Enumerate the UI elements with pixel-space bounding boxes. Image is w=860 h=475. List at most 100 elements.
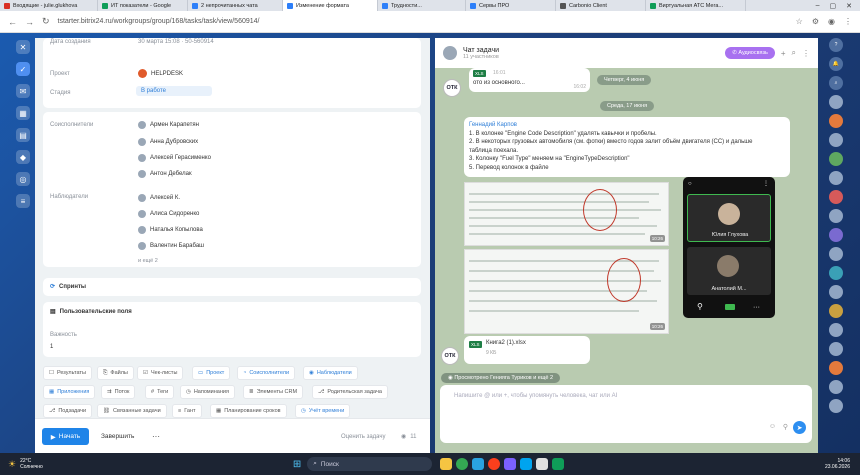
tasks-icon[interactable]: ✓ [16, 62, 30, 76]
participant-tile[interactable]: Анатолий М... [687, 247, 771, 295]
browser-tab[interactable]: Виртуальная АТС Мега... [646, 0, 746, 11]
reload-icon[interactable]: ↻ [42, 16, 50, 27]
spreadsheet-image[interactable]: 10:26 [464, 249, 669, 334]
observer[interactable]: Алексей К. [138, 194, 180, 202]
browser-tab[interactable]: Сервы ПРО [466, 0, 556, 11]
coexecutor[interactable]: Анна Дубровских [138, 138, 198, 146]
chat-avatar[interactable] [829, 209, 843, 223]
browser-tab-active[interactable]: Изменение формата [283, 0, 378, 11]
observer[interactable]: Наталья Копылова [138, 226, 203, 234]
observer[interactable]: Валентин Барабаш [138, 242, 204, 250]
observer[interactable]: Алиса Сидоренко [138, 210, 199, 218]
chip-apps[interactable]: ▦ Приложения [43, 385, 96, 399]
message-author[interactable]: Геннадий Карпов [469, 121, 785, 130]
chip-related[interactable]: ⛓ Связанные задачи [97, 404, 167, 418]
spreadsheet-image[interactable]: 10:26 [464, 182, 669, 246]
weather-widget[interactable]: 22°C Солнечно [20, 458, 43, 470]
more-button[interactable]: ··· [152, 432, 160, 441]
extensions-icon[interactable]: ⚙ [812, 17, 819, 26]
emoji-icon[interactable]: ☺ [769, 423, 776, 430]
chip-crm[interactable]: ≣ Элементы CRM [243, 385, 304, 399]
send-button[interactable]: ➤ [793, 421, 806, 434]
rate-task-button[interactable]: Оценить задачу [341, 434, 386, 440]
participant-tile[interactable]: Юлия Глухова [687, 194, 771, 242]
message-input[interactable]: Напишите @ или +, чтобы упомянуть челове… [454, 393, 617, 399]
chip-flow[interactable]: ⇉ Поток [101, 385, 136, 399]
windows-start-icon[interactable]: ⊞ [293, 459, 301, 470]
chip-parent[interactable]: ⎇ Родительская задача [312, 385, 388, 399]
chat-avatar[interactable] [829, 152, 843, 166]
finish-button[interactable]: Завершить [101, 433, 134, 440]
chat-avatar[interactable] [829, 247, 843, 261]
file-message[interactable]: XLS Книга2 (1).xlsx 9 КБ [464, 336, 590, 364]
chip-project[interactable]: ▭ Проект [192, 366, 231, 380]
maximize-icon[interactable]: ▢ [830, 2, 837, 10]
minimize-icon[interactable]: – [816, 2, 820, 10]
chat-avatar[interactable] [829, 228, 843, 242]
menu-icon[interactable]: ⋮ [802, 49, 810, 58]
more-icon[interactable]: ≡ [16, 194, 30, 208]
video-call-window[interactable]: ○ ⋮ Юлия Глухова Анатолий М... ⚲ ··· [683, 177, 775, 318]
video-menu-icon[interactable]: ⋮ [763, 180, 769, 187]
more-options-icon[interactable]: ··· [753, 304, 760, 311]
chip-checklists[interactable]: ☑ Чек-листы [137, 366, 184, 380]
chip-planning[interactable]: ▦ Планирование сроков [210, 404, 287, 418]
help-icon[interactable]: ? [829, 38, 843, 52]
menu-icon[interactable]: ⋮ [844, 17, 852, 26]
chat-icon[interactable]: ✉ [16, 84, 30, 98]
app-icon[interactable] [504, 458, 517, 470]
browser-tab[interactable]: Входящие - julie.glukhova [0, 0, 98, 11]
stage-badge[interactable]: В работе [136, 86, 212, 96]
sender-avatar[interactable]: ОТК [443, 79, 461, 97]
more-link[interactable]: и ещё 2 [138, 258, 158, 264]
chat-avatar[interactable] [829, 342, 843, 356]
message-input-area[interactable]: Напишите @ или +, чтобы упомянуть челове… [440, 385, 812, 443]
notifications-icon[interactable]: 🔔 [829, 57, 843, 71]
chip-gantt[interactable]: ≡ Гант [172, 404, 202, 418]
sender-avatar[interactable]: ОТК [441, 347, 459, 365]
close-panel-icon[interactable]: ✕ [16, 40, 30, 54]
chip-results[interactable]: ☐ Результаты [43, 366, 92, 380]
coexecutor[interactable]: Алексей Герасименко [138, 154, 211, 162]
browser-tab[interactable]: Трудности... [378, 0, 466, 11]
drive-icon[interactable]: ▤ [16, 128, 30, 142]
chat-avatar[interactable] [829, 399, 843, 413]
chip-subtasks[interactable]: ⎇ Подзадачи [43, 404, 93, 418]
star-icon[interactable]: ☆ [796, 17, 803, 26]
chat-participants[interactable]: 11 участников [463, 54, 499, 60]
profile-icon[interactable]: ◉ [828, 17, 835, 26]
chip-observers[interactable]: ◉ Наблюдатели [303, 366, 358, 380]
search-icon[interactable]: ⌕ [829, 76, 843, 90]
mic-button-icon[interactable]: ⚲ [697, 302, 703, 311]
chat-avatar[interactable] [829, 266, 843, 280]
chrome-icon[interactable] [456, 458, 469, 470]
url-field[interactable]: tstarter.bitrix24.ru/workgroups/group/16… [58, 18, 260, 25]
chip-files[interactable]: ⎘ Файлы [97, 366, 134, 380]
project-value[interactable]: HELPDESK [138, 69, 183, 78]
forward-icon[interactable]: → [25, 17, 34, 27]
chat-avatar[interactable] [829, 361, 843, 375]
camera-button-icon[interactable] [725, 304, 735, 310]
app-icon[interactable] [520, 458, 533, 470]
calendar-icon[interactable]: ▦ [16, 106, 30, 120]
chat-avatar[interactable] [829, 304, 843, 318]
audio-call-button[interactable]: ✆ Аудиосвязь [725, 47, 775, 59]
coexecutor[interactable]: Армен Карапетян [138, 121, 199, 129]
chat-avatar[interactable] [829, 95, 843, 109]
chat-avatar[interactable] [829, 114, 843, 128]
taskbar-search[interactable]: ⌕ Поиск [307, 457, 433, 471]
browser-tab[interactable]: ИТ показатели - Google [98, 0, 188, 11]
yandex-icon[interactable] [488, 458, 501, 470]
chat-avatar[interactable] [829, 285, 843, 299]
app-icon[interactable] [552, 458, 565, 470]
coexecutor[interactable]: Антон Дебелак [138, 170, 192, 178]
chat-avatar[interactable] [829, 171, 843, 185]
chat-avatar[interactable] [829, 380, 843, 394]
chip-time-tracking[interactable]: ◷ Учёт времени [295, 404, 351, 418]
chat-avatar[interactable] [829, 190, 843, 204]
start-button[interactable]: ▶ Начать [42, 428, 89, 445]
sites-icon[interactable]: ◎ [16, 172, 30, 186]
chat-avatar[interactable] [829, 323, 843, 337]
browser-tab[interactable]: Carbonio Client [556, 0, 646, 11]
chip-reminders[interactable]: ◷ Напоминания [180, 385, 235, 399]
